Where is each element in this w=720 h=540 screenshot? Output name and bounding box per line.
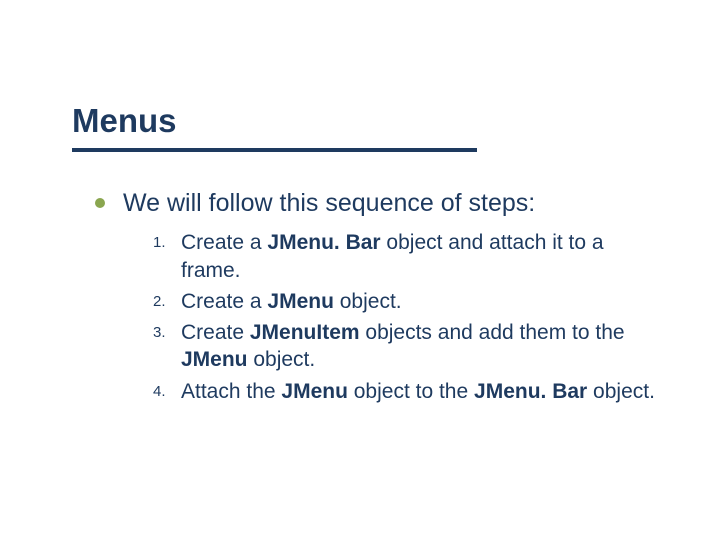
- bullet-level-1: We will follow this sequence of steps:: [95, 188, 660, 219]
- slide-body: We will follow this sequence of steps: 1…: [95, 188, 660, 409]
- lead-text: We will follow this sequence of steps:: [123, 188, 535, 219]
- list-item: 4.Attach the JMenu object to the JMenu. …: [153, 378, 660, 405]
- title-underline: [72, 148, 477, 152]
- list-number: 2.: [153, 288, 181, 314]
- slide: Menus We will follow this sequence of st…: [0, 0, 720, 540]
- list-number: 1.: [153, 229, 181, 255]
- list-item-text: Create JMenuItem objects and add them to…: [181, 319, 660, 374]
- ordered-list: 1.Create a JMenu. Bar object and attach …: [153, 229, 660, 405]
- list-item-text: Create a JMenu object.: [181, 288, 402, 315]
- list-item: 2.Create a JMenu object.: [153, 288, 660, 315]
- slide-title: Menus: [72, 102, 177, 140]
- list-item: 1.Create a JMenu. Bar object and attach …: [153, 229, 660, 284]
- list-item: 3.Create JMenuItem objects and add them …: [153, 319, 660, 374]
- list-number: 3.: [153, 319, 181, 345]
- list-number: 4.: [153, 378, 181, 404]
- list-item-text: Create a JMenu. Bar object and attach it…: [181, 229, 660, 284]
- list-item-text: Attach the JMenu object to the JMenu. Ba…: [181, 378, 655, 405]
- bullet-icon: [95, 198, 105, 208]
